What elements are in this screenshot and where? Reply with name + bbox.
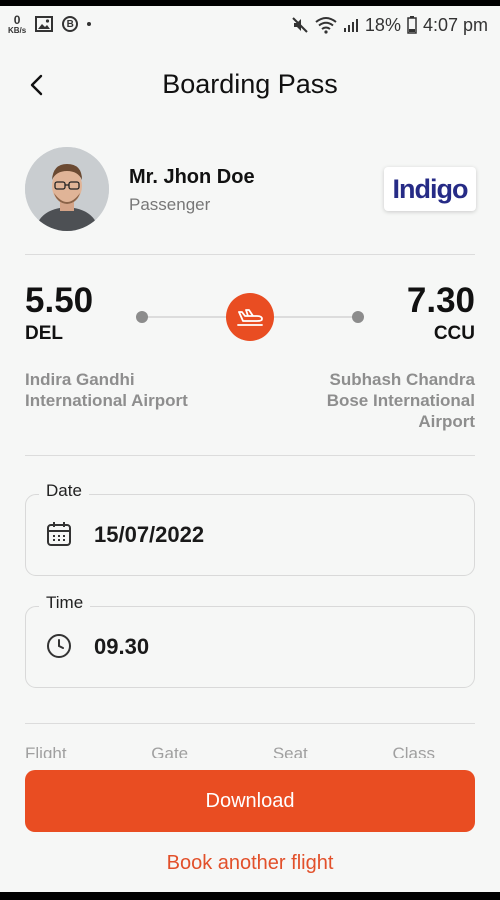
info-label-class: Class: [392, 744, 435, 758]
wifi-icon: [315, 16, 337, 34]
mute-icon: [291, 16, 309, 34]
departure-airport: Indira Gandhi International Airport: [25, 370, 188, 410]
time-value: 09.30: [94, 634, 150, 659]
airplane-icon: [237, 309, 263, 326]
arrival-time: 7.30: [406, 281, 475, 320]
b-notification-icon: B: [62, 16, 79, 32]
flight-info-labels: Flight Gate Seat Class: [25, 744, 475, 758]
notification-dot-icon: [87, 22, 92, 26]
airline-logo: Indigo: [384, 167, 476, 211]
airline-logo-text: Indigo: [392, 173, 469, 204]
clock-icon: [47, 634, 71, 658]
divider: [25, 254, 475, 255]
arrival-code: CCU: [433, 323, 475, 344]
download-button[interactable]: Download: [25, 770, 475, 832]
gallery-icon: [35, 16, 54, 32]
time-field[interactable]: Time 09.30: [25, 593, 475, 688]
signal-icon: [343, 17, 359, 33]
clock-time: 4:07 pm: [422, 14, 488, 35]
net-speed-indicator: 0 KB/s: [8, 14, 26, 35]
passenger-name: Mr. Jhon Doe: [129, 166, 255, 188]
date-value: 15/07/2022: [94, 522, 205, 547]
arrival-airport: Subhash Chandra Bose International Airpo…: [326, 370, 475, 431]
battery-icon: [407, 16, 417, 34]
divider: [25, 723, 475, 724]
departure-code: DEL: [25, 323, 63, 344]
bottom-edge: [0, 892, 500, 900]
route-start-dot: [136, 311, 148, 323]
status-bar: 0 KB/s B 18% 4:07 pm: [0, 6, 500, 40]
divider: [25, 455, 475, 456]
time-label: Time: [39, 593, 91, 613]
page-title: Boarding Pass: [162, 69, 338, 99]
date-label: Date: [39, 481, 89, 501]
route-end-dot: [352, 311, 364, 323]
plane-badge: [226, 293, 274, 341]
info-label-seat: Seat: [272, 744, 308, 758]
net-speed-unit: KB/s: [8, 25, 27, 35]
date-field[interactable]: Date 15/07/2022: [25, 481, 475, 576]
calendar-icon: [47, 522, 71, 546]
info-label-gate: Gate: [151, 744, 189, 758]
app-header: Boarding Pass: [0, 60, 500, 110]
net-speed-value: 0: [13, 12, 21, 27]
departure-time: 5.50: [25, 281, 94, 320]
info-label-flight: Flight: [25, 744, 67, 758]
battery-percent: 18%: [364, 14, 401, 35]
passenger-role: Passenger: [129, 195, 211, 214]
passenger-avatar: [25, 147, 109, 231]
book-another-flight-link[interactable]: Book another flight: [0, 852, 500, 875]
